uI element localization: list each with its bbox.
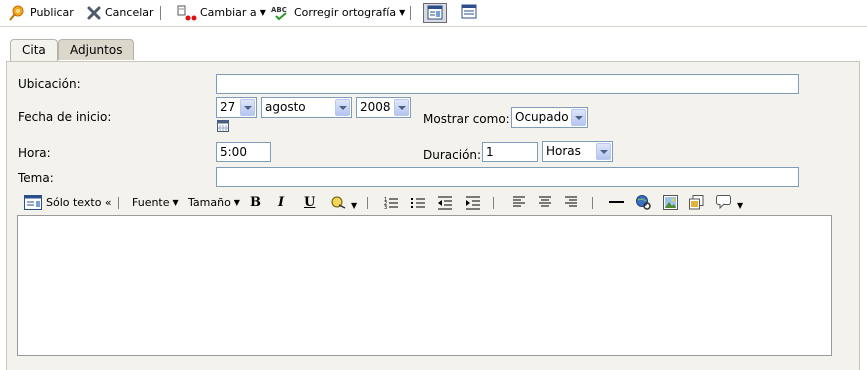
size-dropdown[interactable]: Tamaño ▼ [188, 195, 240, 211]
toolbar-divider [493, 197, 494, 209]
year-value: 2008 [360, 100, 391, 114]
toolbar-divider [160, 6, 161, 20]
chevron-down-icon: ▼ [737, 201, 744, 210]
cancel-button[interactable]: Cancelar [86, 3, 154, 23]
year-select[interactable]: 2008 [356, 97, 411, 118]
show-as-select[interactable]: Ocupado [511, 107, 588, 128]
start-date-label: Fecha de inicio: [18, 110, 112, 124]
tab-appointment[interactable]: Cita [10, 39, 58, 61]
horizontal-rule-icon[interactable] [609, 196, 624, 209]
insert-image-icon[interactable] [663, 195, 678, 210]
subject-input[interactable] [216, 167, 799, 187]
svg-text:ABC: ABC [271, 6, 287, 14]
bullet-list-icon[interactable] [411, 196, 425, 210]
chevron-down-icon [335, 99, 350, 116]
tab-attachments[interactable]: Adjuntos [58, 39, 135, 60]
duration-label: Duración: [423, 148, 482, 162]
highlight-icon [331, 196, 346, 209]
link-globe-icon[interactable] [636, 195, 651, 210]
italic-button[interactable]: I [278, 195, 284, 211]
editor-toolbar: Sólo texto « Fuente ▼ Tamaño ▼ B I U ▼ 123 [16, 193, 836, 213]
chevron-down-icon [240, 99, 255, 116]
calendar-icon[interactable] [217, 120, 229, 132]
publish-button[interactable]: Publicar [8, 3, 74, 23]
form-view-button[interactable] [423, 3, 447, 23]
form-view-icon [427, 5, 443, 20]
chevron-down-icon: ▼ [399, 8, 406, 17]
chevron-down-icon [394, 99, 409, 116]
month-value: agosto [265, 100, 306, 114]
increase-indent-icon[interactable] [466, 196, 480, 210]
change-type-icon [177, 5, 197, 21]
publish-label: Publicar [30, 6, 74, 19]
time-input[interactable] [216, 142, 271, 162]
align-center-icon[interactable] [539, 196, 551, 209]
duration-unit-select[interactable]: Horas [542, 141, 613, 162]
tab-label: Cita [22, 43, 46, 57]
day-value: 27 [220, 100, 236, 114]
highlight-color-button[interactable]: ▼ [330, 195, 357, 211]
location-input[interactable] [216, 74, 799, 94]
comment-icon [716, 195, 731, 210]
chevron-down-icon: ▼ [233, 198, 240, 207]
toolbar-divider [118, 197, 119, 209]
align-right-icon[interactable] [565, 196, 577, 209]
message-body-editor[interactable] [17, 215, 832, 356]
chevron-down-icon: ▼ [172, 198, 179, 207]
chevron-down-icon: ▼ [351, 201, 358, 210]
tab-strip: Cita Adjuntos [0, 27, 867, 61]
change-to-button[interactable]: Cambiar a ▼ [177, 3, 266, 23]
time-label: Hora: [18, 146, 51, 160]
toolbar-divider [410, 6, 411, 20]
show-as-label: Mostrar como: [423, 112, 510, 126]
spellcheck-button[interactable]: ABC Corregir ortografía ▼ [271, 3, 405, 23]
align-left-icon[interactable] [513, 196, 525, 209]
spellcheck-label: Corregir ortografía ▼ [294, 6, 406, 19]
duration-unit-value: Horas [546, 144, 581, 158]
day-select[interactable]: 27 [216, 97, 257, 118]
subject-label: Tema: [18, 171, 54, 185]
numbered-list-icon[interactable]: 123 [384, 196, 398, 210]
main-toolbar: Publicar Cancelar Cambiar a ▼ ABC Correg… [0, 0, 867, 27]
close-icon [86, 5, 104, 21]
tab-label: Adjuntos [70, 43, 123, 57]
location-label: Ubicación: [18, 77, 81, 91]
details-view-icon [461, 4, 477, 19]
spellcheck-icon: ABC [271, 5, 289, 21]
decrease-indent-icon[interactable] [438, 196, 452, 210]
font-dropdown[interactable]: Fuente ▼ [132, 195, 179, 211]
show-as-value: Ocupado [515, 110, 569, 124]
toolbar-divider [367, 197, 368, 209]
underline-button[interactable]: U [304, 195, 315, 211]
cancel-label: Cancelar [105, 6, 154, 19]
insert-object-icon[interactable] [689, 195, 704, 210]
duration-input[interactable] [482, 142, 538, 162]
change-to-label: Cambiar a ▼ [200, 6, 266, 19]
svg-text:3: 3 [384, 205, 387, 210]
chevron-down-icon: ▼ [259, 8, 266, 17]
details-view-button[interactable] [458, 3, 482, 23]
more-options-button[interactable]: ▼ [716, 195, 743, 211]
toolbar-divider [592, 197, 593, 209]
chevron-down-icon [571, 109, 586, 126]
plain-text-icon [24, 195, 42, 210]
month-select[interactable]: agosto [261, 97, 352, 118]
publish-icon [8, 5, 26, 21]
chevron-down-icon [596, 143, 611, 160]
plain-text-toggle[interactable]: Sólo texto « [46, 195, 112, 211]
bold-button[interactable]: B [250, 195, 261, 211]
